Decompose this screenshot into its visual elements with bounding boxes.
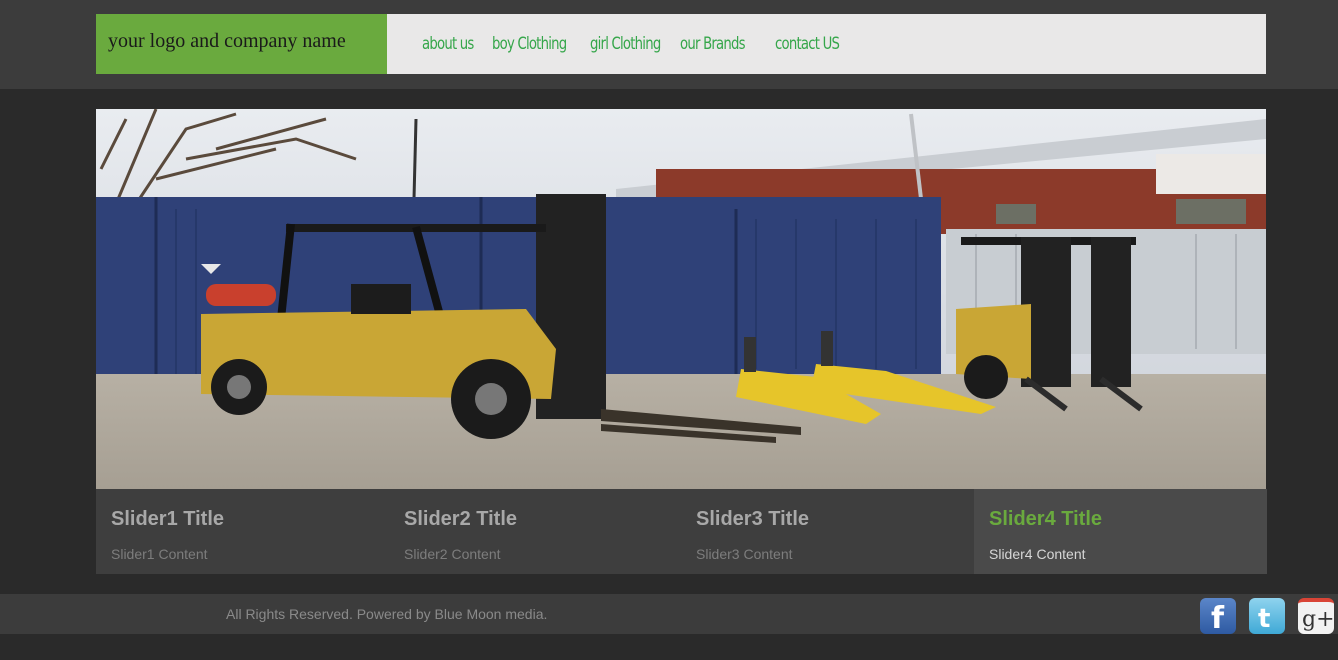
slider-tab-content: Slider4 Content xyxy=(989,546,1086,562)
nav-contact-us[interactable]: contact US xyxy=(775,34,840,54)
footer: All Rights Reserved. Powered by Blue Moo… xyxy=(0,594,1338,636)
hero-slider-image[interactable] xyxy=(96,109,1266,489)
nav-girl-clothing[interactable]: girl Clothing xyxy=(590,34,661,54)
slider-tabs: Slider1 Title Slider1 Content Slider2 Ti… xyxy=(96,489,1267,574)
slider-tab-title: Slider4 Title xyxy=(989,508,1103,530)
svg-text:g+: g+ xyxy=(1302,607,1334,632)
slider-tab-title: Slider1 Title xyxy=(111,508,225,530)
twitter-icon[interactable]: t xyxy=(1249,598,1285,634)
slider-tab-3[interactable]: Slider3 Title Slider3 Content xyxy=(681,489,974,574)
slider-tab-2[interactable]: Slider2 Title Slider2 Content xyxy=(389,489,682,574)
slider-tab-content: Slider3 Content xyxy=(696,546,793,562)
google-plus-icon[interactable]: g+ xyxy=(1298,598,1335,634)
facebook-icon[interactable]: f xyxy=(1200,598,1236,636)
nav-boy-clothing[interactable]: boy Clothing xyxy=(492,34,567,54)
slider-tab-content: Slider2 Content xyxy=(404,546,501,562)
slider-tab-4[interactable]: Slider4 Title Slider4 Content xyxy=(974,489,1267,574)
slider-tab-title: Slider2 Title xyxy=(404,508,518,530)
slider-tab-1[interactable]: Slider1 Title Slider1 Content xyxy=(96,489,389,574)
forklift-scene-image xyxy=(96,109,1266,489)
logo[interactable]: your logo and company name xyxy=(96,14,387,74)
copyright-text: All Rights Reserved. Powered by Blue Moo… xyxy=(226,606,548,622)
svg-text:t: t xyxy=(1258,604,1270,634)
header: your logo and company name about us boy … xyxy=(96,14,1266,74)
svg-text:f: f xyxy=(1211,601,1225,634)
nav-our-brands[interactable]: our Brands xyxy=(680,34,746,54)
nav-about-us[interactable]: about us xyxy=(422,34,474,54)
slider-tab-title: Slider3 Title xyxy=(696,508,810,530)
slider-tab-content: Slider1 Content xyxy=(111,546,208,562)
